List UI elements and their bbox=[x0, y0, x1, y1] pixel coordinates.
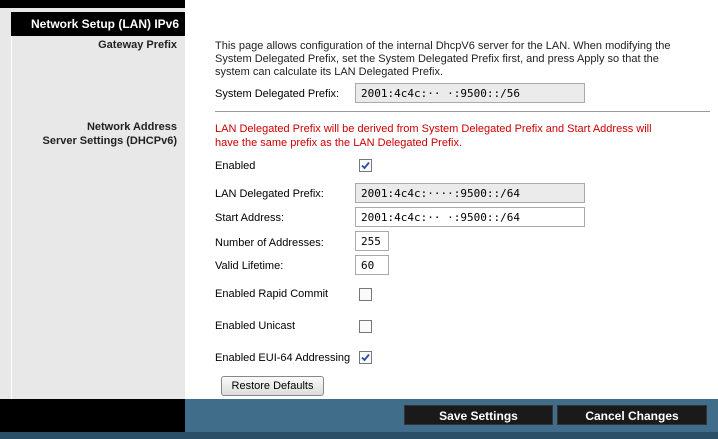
server-settings-heading-line2: Server Settings (DHCPv6) bbox=[42, 135, 178, 147]
footer-left bbox=[0, 399, 185, 432]
sidebar: Network Setup (LAN) IPv6 Gateway Prefix … bbox=[0, 8, 185, 399]
valid-lifetime-label: Valid Lifetime: bbox=[215, 260, 284, 272]
divider bbox=[215, 111, 710, 112]
system-prefix-field: 2001:4c4c:·· ·:9500::/56 bbox=[355, 83, 585, 103]
start-address-label: Start Address: bbox=[215, 212, 285, 224]
gateway-description: This page allows configuration of the in… bbox=[215, 40, 671, 78]
checkmark-icon bbox=[361, 353, 370, 362]
unicast-label: Enabled Unicast bbox=[215, 320, 296, 332]
num-addresses-label: Number of Addresses: bbox=[215, 237, 324, 249]
save-settings-button[interactable]: Save Settings bbox=[404, 405, 553, 425]
restore-defaults-button[interactable]: Restore Defaults bbox=[221, 376, 324, 396]
enabled-checkbox[interactable] bbox=[359, 159, 372, 172]
lan-prefix-label: LAN Delegated Prefix: bbox=[215, 188, 324, 200]
cancel-changes-button[interactable]: Cancel Changes bbox=[557, 405, 707, 425]
eui64-label: Enabled EUI-64 Addressing bbox=[215, 352, 351, 364]
section-title: Network Setup (LAN) IPv6 bbox=[11, 12, 185, 36]
prefix-note: LAN Delegated Prefix will be derived fro… bbox=[215, 123, 652, 149]
server-settings-heading-line1: Network Address bbox=[86, 121, 177, 133]
lan-prefix-field: 2001:4c4c:····:9500::/64 bbox=[355, 183, 585, 203]
rapid-commit-label: Enabled Rapid Commit bbox=[215, 288, 329, 300]
main-panel: This page allows configuration of the in… bbox=[185, 0, 718, 399]
footer-strip bbox=[0, 432, 718, 439]
start-address-input[interactable]: 2001:4c4c:·· ·:9500::/64 bbox=[355, 207, 585, 227]
system-prefix-label: System Delegated Prefix: bbox=[215, 88, 340, 100]
enabled-label: Enabled bbox=[215, 160, 256, 172]
checkmark-icon bbox=[361, 161, 370, 170]
valid-lifetime-input[interactable]: 60 bbox=[355, 255, 389, 275]
unicast-checkbox[interactable] bbox=[359, 320, 372, 333]
num-addresses-input[interactable]: 255 bbox=[355, 231, 389, 251]
gateway-prefix-heading: Gateway Prefix bbox=[98, 39, 177, 51]
eui64-checkbox[interactable] bbox=[359, 351, 372, 364]
sidebar-panel bbox=[11, 36, 185, 399]
rapid-commit-checkbox[interactable] bbox=[359, 288, 372, 301]
